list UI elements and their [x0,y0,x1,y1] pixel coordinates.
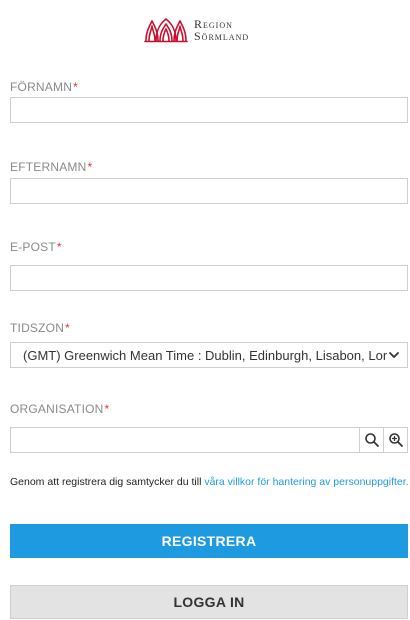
consent-prefix: Genom att registrera dig samtycker du ti… [10,476,205,488]
zoom-in-icon [388,433,403,447]
organisation-label-text: ORGANISATION [10,402,104,416]
timezone-label: TIDSZON* [10,321,70,335]
consent-text: Genom att registrera dig samtycker du ti… [10,476,410,489]
crown-logo-icon [144,18,188,43]
chevron-down-icon [387,348,401,362]
timezone-select[interactable]: (GMT) Greenwich Mean Time : Dublin, Edin… [10,342,408,368]
firstname-label-text: FÖRNAMN [10,80,73,94]
organisation-browse-button[interactable] [384,427,408,453]
email-input[interactable] [10,265,408,291]
required-marker: * [65,321,70,335]
organisation-label: ORGANISATION* [10,402,109,416]
register-button[interactable]: REGISTRERA [10,524,408,558]
firstname-input[interactable] [10,97,408,123]
search-icon [364,433,379,447]
lastname-input[interactable] [10,178,408,204]
lastname-label: EFTERNAMN* [10,160,92,174]
required-marker: * [87,160,93,174]
required-marker: * [104,402,110,416]
logo-line-sormland: Sörmland [194,29,250,43]
logo-text: Region Sörmland [194,18,249,42]
email-label-text: E-POST [10,240,56,254]
timezone-label-text: TIDSZON [10,321,65,335]
firstname-label: FÖRNAMN* [10,80,78,94]
lastname-label-text: EFTERNAMN [10,160,87,174]
timezone-selected-value: (GMT) Greenwich Mean Time : Dublin, Edin… [23,347,387,363]
privacy-terms-link[interactable]: våra villkor för hantering av personuppg… [204,476,408,488]
login-button[interactable]: LOGGA IN [10,585,408,619]
region-sormland-logo: Region Sörmland [144,10,249,50]
organisation-search-button[interactable] [360,427,384,453]
required-marker: * [73,80,78,94]
required-marker: * [56,240,62,254]
organisation-field-group [10,427,408,453]
organisation-input[interactable] [10,427,360,453]
email-label: E-POST* [10,240,62,254]
